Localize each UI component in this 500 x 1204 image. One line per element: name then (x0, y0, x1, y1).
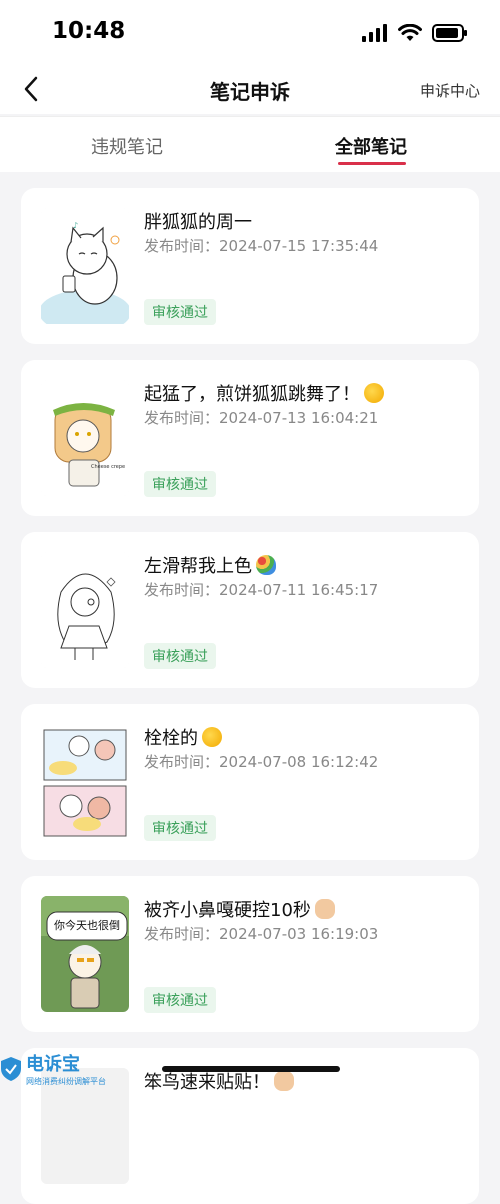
note-title: 胖狐狐的周一 (144, 212, 252, 233)
note-publish-time: 发布时间：2024-07-15 17:35:44 (144, 237, 379, 255)
note-title: 左滑帮我上色 (144, 552, 276, 578)
zany-face-icon (364, 383, 384, 403)
fist-icon (274, 1071, 294, 1091)
tab-violation-notes[interactable]: 违规笔记 (91, 133, 163, 159)
tab-bar: 违规笔记 全部笔记 (0, 116, 500, 172)
shield-icon (1, 1056, 21, 1081)
status-time: 10:48 (52, 18, 126, 44)
signal-icon (362, 24, 387, 42)
note-title: 被齐小鼻嘎硬控10秒 (144, 896, 335, 922)
active-tab-indicator (338, 162, 406, 165)
note-thumbnail: ♪ (41, 208, 129, 324)
note-card[interactable]: ♪ 胖狐狐的周一 发布时间：2024-07-15 17:35:44 审核通过 (21, 188, 479, 344)
tab-all-notes[interactable]: 全部笔记 (335, 133, 407, 159)
note-publish-time: 发布时间：2024-07-13 16:04:21 (144, 409, 379, 427)
note-thumbnail (41, 724, 129, 840)
palette-icon (256, 555, 276, 575)
appeal-center-link[interactable]: 申诉中心 (420, 80, 480, 101)
note-card[interactable]: Cheese crepe 起猛了，煎饼狐狐跳舞了！ 发布时间：2024-07-1… (21, 360, 479, 516)
zany-face-icon (202, 727, 222, 747)
note-publish-time: 发布时间：2024-07-11 16:45:17 (144, 581, 379, 599)
home-indicator (162, 1066, 340, 1072)
status-bar: 10:48 (0, 0, 500, 64)
note-thumbnail: 你今天也很倒 (41, 896, 129, 1012)
note-publish-time: 发布时间：2024-07-08 16:12:42 (144, 753, 379, 771)
watermark-title: 电诉宝 (26, 1054, 80, 1075)
watermark-logo: 电诉宝 网络消费纠纷调解平台 (0, 1050, 106, 1087)
note-thumbnail: Cheese crepe (41, 380, 129, 496)
note-card[interactable]: 栓栓的 发布时间：2024-07-08 16:12:42 审核通过 (21, 704, 479, 860)
note-thumbnail (41, 552, 129, 668)
nav-bar: 笔记申诉 申诉中心 (0, 64, 500, 114)
status-badge: 审核通过 (144, 471, 216, 497)
status-badge: 审核通过 (144, 299, 216, 325)
status-badge: 审核通过 (144, 987, 216, 1013)
note-card[interactable]: 你今天也很倒 被齐小鼻嘎硬控10秒 发布时间：2024-07-03 16:19:… (21, 876, 479, 1032)
note-title: 栓栓的 (144, 724, 222, 750)
svg-text:Cheese crepe: Cheese crepe (91, 464, 125, 470)
thumbnail-bubble-text: 你今天也很倒 (54, 919, 120, 932)
note-title: 起猛了，煎饼狐狐跳舞了！ (144, 380, 384, 406)
note-card[interactable]: 左滑帮我上色 发布时间：2024-07-11 16:45:17 审核通过 (21, 532, 479, 688)
fist-icon (314, 899, 335, 919)
status-icons (362, 24, 468, 42)
battery-icon (432, 24, 467, 42)
status-badge: 审核通过 (144, 815, 216, 841)
status-badge: 审核通过 (144, 643, 216, 669)
wifi-icon (398, 24, 422, 41)
note-publish-time: 发布时间：2024-07-03 16:19:03 (144, 925, 379, 943)
svg-text:♪: ♪ (73, 221, 78, 230)
